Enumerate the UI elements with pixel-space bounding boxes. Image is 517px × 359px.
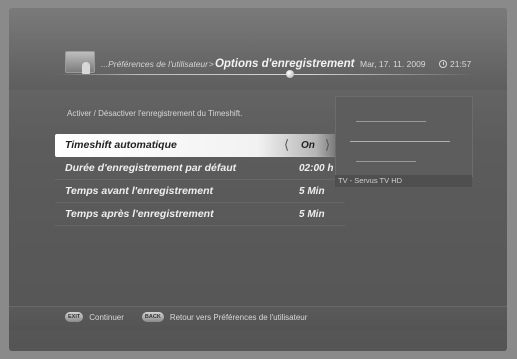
setting-label: Temps après l'enregistrement bbox=[65, 208, 214, 220]
setting-row-duration[interactable]: Durée d'enregistrement par défaut 02:00 … bbox=[55, 157, 345, 180]
time-text: 21:57 bbox=[450, 59, 472, 69]
exit-key-icon[interactable]: EXIT bbox=[65, 312, 84, 322]
header-divider bbox=[55, 74, 475, 75]
setting-label: Timeshift automatique bbox=[65, 139, 177, 151]
setting-value: 5 Min bbox=[299, 208, 325, 220]
setting-value: 5 Min bbox=[299, 185, 325, 197]
preview-channel-name: TV - Servus TV HD bbox=[335, 175, 472, 187]
header: ...Préférences de l'utilisateur > Option… bbox=[9, 8, 507, 90]
preview-scanline bbox=[356, 121, 426, 122]
date-display: Mar, 17. 11. 2009 bbox=[360, 59, 426, 69]
preferences-icon bbox=[65, 51, 95, 74]
back-label: Retour vers Préférences de l'utilisateur bbox=[169, 312, 308, 322]
tv-screen: ...Préférences de l'utilisateur > Option… bbox=[9, 8, 507, 351]
breadcrumb: ...Préférences de l'utilisateur > Option… bbox=[101, 58, 354, 74]
setting-description: Activer / Désactiver l'enregistrement du… bbox=[67, 109, 243, 118]
header-indicator bbox=[286, 70, 294, 78]
page-title: Options d'enregistrement bbox=[214, 58, 355, 70]
setting-row-time-after[interactable]: Temps après l'enregistrement 5 Min bbox=[55, 203, 345, 226]
setting-row-timeshift[interactable]: Timeshift automatique ⟨ On ⟩ bbox=[55, 134, 345, 157]
breadcrumb-prefix: ...Préférences de l'utilisateur bbox=[101, 59, 208, 69]
preview-scanline bbox=[356, 161, 416, 162]
back-key-icon[interactable]: BACK bbox=[141, 312, 164, 322]
footer: EXIT Continuer BACK Retour vers Préféren… bbox=[65, 312, 307, 322]
setting-label: Temps avant l'enregistrement bbox=[65, 185, 213, 197]
setting-label: Durée d'enregistrement par défaut bbox=[65, 162, 237, 174]
setting-value: 02:00 h bbox=[299, 162, 334, 174]
time-display: 21:57 bbox=[439, 59, 471, 69]
setting-row-time-before[interactable]: Temps avant l'enregistrement 5 Min bbox=[55, 180, 345, 203]
setting-value: On bbox=[301, 139, 315, 151]
preview-scanline bbox=[350, 141, 450, 142]
exit-label: Continuer bbox=[89, 312, 124, 322]
tv-preview bbox=[335, 96, 473, 177]
breadcrumb-separator: > bbox=[208, 59, 214, 69]
chevron-right-icon[interactable]: ⟩ bbox=[325, 137, 330, 153]
settings-list: Timeshift automatique ⟨ On ⟩ Durée d'enr… bbox=[55, 134, 345, 226]
clock-icon bbox=[439, 60, 447, 68]
chevron-left-icon[interactable]: ⟨ bbox=[284, 137, 289, 153]
